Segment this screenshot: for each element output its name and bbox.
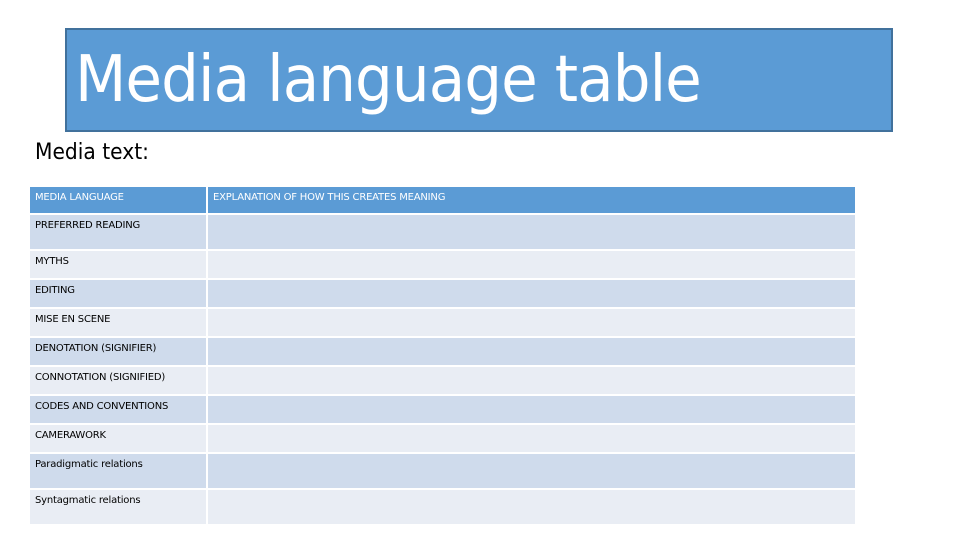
table-row: EDITING	[30, 280, 855, 307]
row-label: CAMERAWORK	[30, 425, 206, 452]
row-explanation-cell[interactable]	[208, 425, 855, 452]
row-explanation-cell[interactable]	[208, 215, 855, 249]
table-header-row: MEDIA LANGUAGE EXPLANATION OF HOW THIS C…	[30, 187, 855, 213]
row-label: CONNOTATION (SIGNIFIED)	[30, 367, 206, 394]
page-title: Media language table	[75, 43, 702, 117]
row-explanation-cell[interactable]	[208, 280, 855, 307]
row-explanation-cell[interactable]	[208, 490, 855, 524]
title-banner: Media language table	[65, 28, 893, 132]
table-row: MISE EN SCENE	[30, 309, 855, 336]
row-explanation-cell[interactable]	[208, 251, 855, 278]
media-language-table: MEDIA LANGUAGE EXPLANATION OF HOW THIS C…	[28, 185, 857, 526]
header-explanation: EXPLANATION OF HOW THIS CREATES MEANING	[208, 187, 855, 213]
row-label: CODES AND CONVENTIONS	[30, 396, 206, 423]
row-label: EDITING	[30, 280, 206, 307]
table-row: Paradigmatic relations	[30, 454, 855, 488]
row-explanation-cell[interactable]	[208, 367, 855, 394]
table-row: CAMERAWORK	[30, 425, 855, 452]
row-label: DENOTATION (SIGNIFIER)	[30, 338, 206, 365]
table-row: CODES AND CONVENTIONS	[30, 396, 855, 423]
header-media-language: MEDIA LANGUAGE	[30, 187, 206, 213]
row-label: MYTHS	[30, 251, 206, 278]
row-explanation-cell[interactable]	[208, 396, 855, 423]
row-label: PREFERRED READING	[30, 215, 206, 249]
table-row: Syntagmatic relations	[30, 490, 855, 524]
table-row: CONNOTATION (SIGNIFIED)	[30, 367, 855, 394]
row-explanation-cell[interactable]	[208, 309, 855, 336]
row-label: Paradigmatic relations	[30, 454, 206, 488]
row-explanation-cell[interactable]	[208, 338, 855, 365]
row-explanation-cell[interactable]	[208, 454, 855, 488]
table-row: MYTHS	[30, 251, 855, 278]
table-row: DENOTATION (SIGNIFIER)	[30, 338, 855, 365]
table-row: PREFERRED READING	[30, 215, 855, 249]
row-label: Syntagmatic relations	[30, 490, 206, 524]
row-label: MISE EN SCENE	[30, 309, 206, 336]
media-text-label: Media text:	[35, 140, 149, 165]
